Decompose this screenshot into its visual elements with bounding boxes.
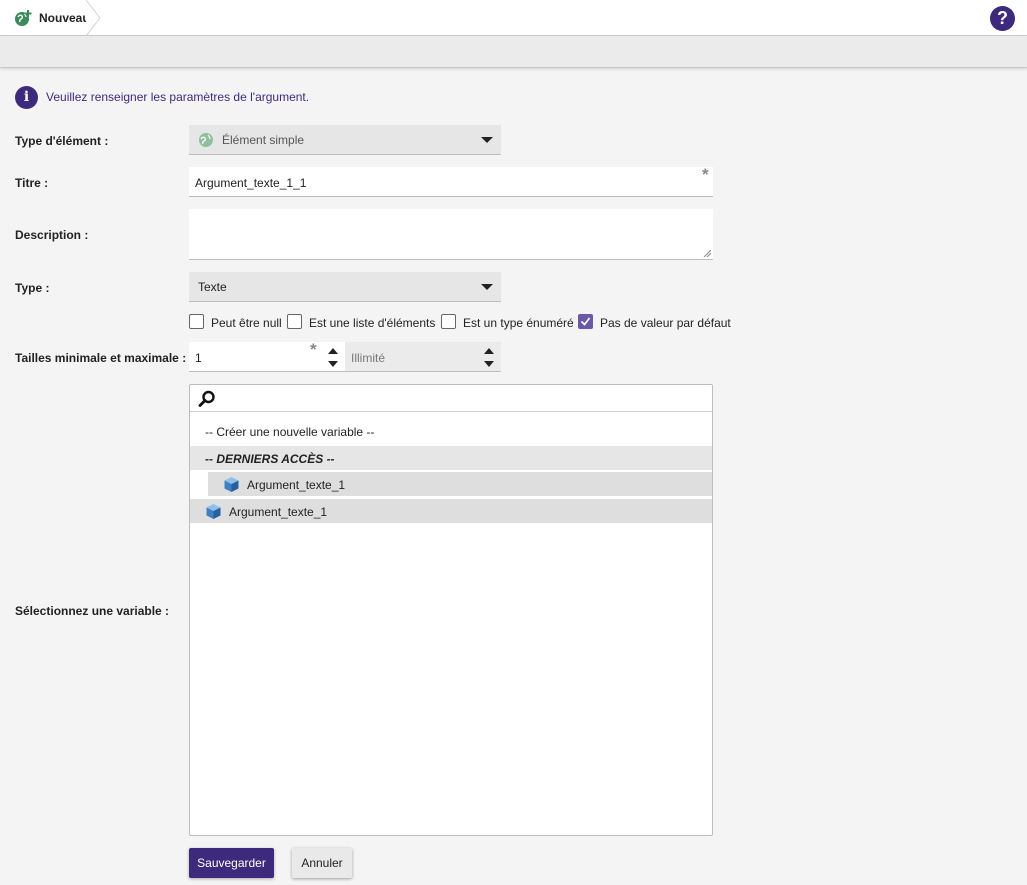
arrow-up-icon[interactable] xyxy=(484,348,494,354)
list-item[interactable]: Argument_texte_1 xyxy=(208,472,712,496)
variable-label: Sélectionnez une variable : xyxy=(15,604,170,618)
checkbox-list[interactable] xyxy=(287,314,302,329)
cube-icon xyxy=(206,504,221,519)
checkbox-enum-label: Est un type énuméré xyxy=(463,316,574,330)
checkbox-enum[interactable] xyxy=(441,314,456,329)
list-item[interactable]: Argument_texte_1 xyxy=(190,499,712,523)
description-label: Description : xyxy=(15,228,89,242)
chevron-down-icon xyxy=(481,137,493,143)
breadcrumb-label: Nouveau xyxy=(39,11,90,25)
breadcrumb-nouveau[interactable]: Nouveau xyxy=(0,0,102,36)
min-size-value: 1 xyxy=(195,351,202,365)
arrow-down-icon[interactable] xyxy=(484,361,494,367)
list-item-label: Argument_texte_1 xyxy=(229,505,328,519)
info-icon: i xyxy=(15,86,38,109)
type-label: Type : xyxy=(15,281,50,295)
type-value: Texte xyxy=(198,280,227,294)
toolbar xyxy=(0,36,1027,68)
variable-list: -- Créer une nouvelle variable -- -- DER… xyxy=(189,384,713,836)
element-type-select[interactable]: Élément simple xyxy=(189,125,501,155)
arrow-up-icon[interactable] xyxy=(328,348,338,354)
checkbox-no-default[interactable] xyxy=(578,314,593,329)
create-variable-label: -- Créer une nouvelle variable -- xyxy=(205,425,375,439)
check-icon xyxy=(580,317,591,326)
checkbox-nullable[interactable] xyxy=(189,314,204,329)
breadcrumb-separator xyxy=(86,0,101,36)
create-variable-option[interactable]: -- Créer une nouvelle variable -- xyxy=(190,419,712,443)
recent-access-header: -- DERNIERS ACCÈS -- xyxy=(205,452,335,466)
title-input[interactable]: Argument_texte_1_1 xyxy=(189,167,713,197)
type-select[interactable]: Texte xyxy=(189,272,501,302)
max-size-stepper[interactable] xyxy=(478,343,500,372)
title-label: Titre : xyxy=(15,176,49,190)
title-value: Argument_texte_1_1 xyxy=(195,176,307,190)
checkbox-list-label: Est une liste d'éléments xyxy=(309,316,436,330)
description-textarea[interactable] xyxy=(189,209,713,260)
save-button[interactable]: Sauvegarder xyxy=(189,848,274,878)
globe-icon xyxy=(199,133,213,147)
arrow-down-icon[interactable] xyxy=(328,361,338,367)
list-item-label: Argument_texte_1 xyxy=(247,478,346,492)
recent-access-group: -- DERNIERS ACCÈS -- xyxy=(190,446,712,470)
variable-search-input[interactable] xyxy=(190,385,712,412)
required-asterisk: * xyxy=(310,340,317,359)
max-size-placeholder: Illimité xyxy=(351,351,386,365)
cube-icon xyxy=(224,477,239,492)
element-type-label: Type d'élément : xyxy=(15,134,109,148)
search-icon xyxy=(198,390,215,407)
help-icon[interactable]: ? xyxy=(990,6,1015,31)
sizes-label: Tailles minimale et maximale : xyxy=(15,351,187,365)
chevron-down-icon xyxy=(481,284,493,290)
info-message: Veuillez renseigner les paramètres de l'… xyxy=(46,90,310,104)
new-globe-icon xyxy=(15,10,32,26)
required-asterisk: * xyxy=(702,165,709,184)
checkbox-no-default-label: Pas de valeur par défaut xyxy=(600,316,731,330)
min-size-stepper[interactable] xyxy=(322,343,344,372)
checkbox-nullable-label: Peut être null xyxy=(211,316,282,330)
resize-handle-icon[interactable] xyxy=(703,249,711,257)
cancel-button[interactable]: Annuler xyxy=(292,848,352,878)
element-type-value: Élément simple xyxy=(222,133,305,147)
top-bar: Nouveau ? xyxy=(0,0,1027,36)
